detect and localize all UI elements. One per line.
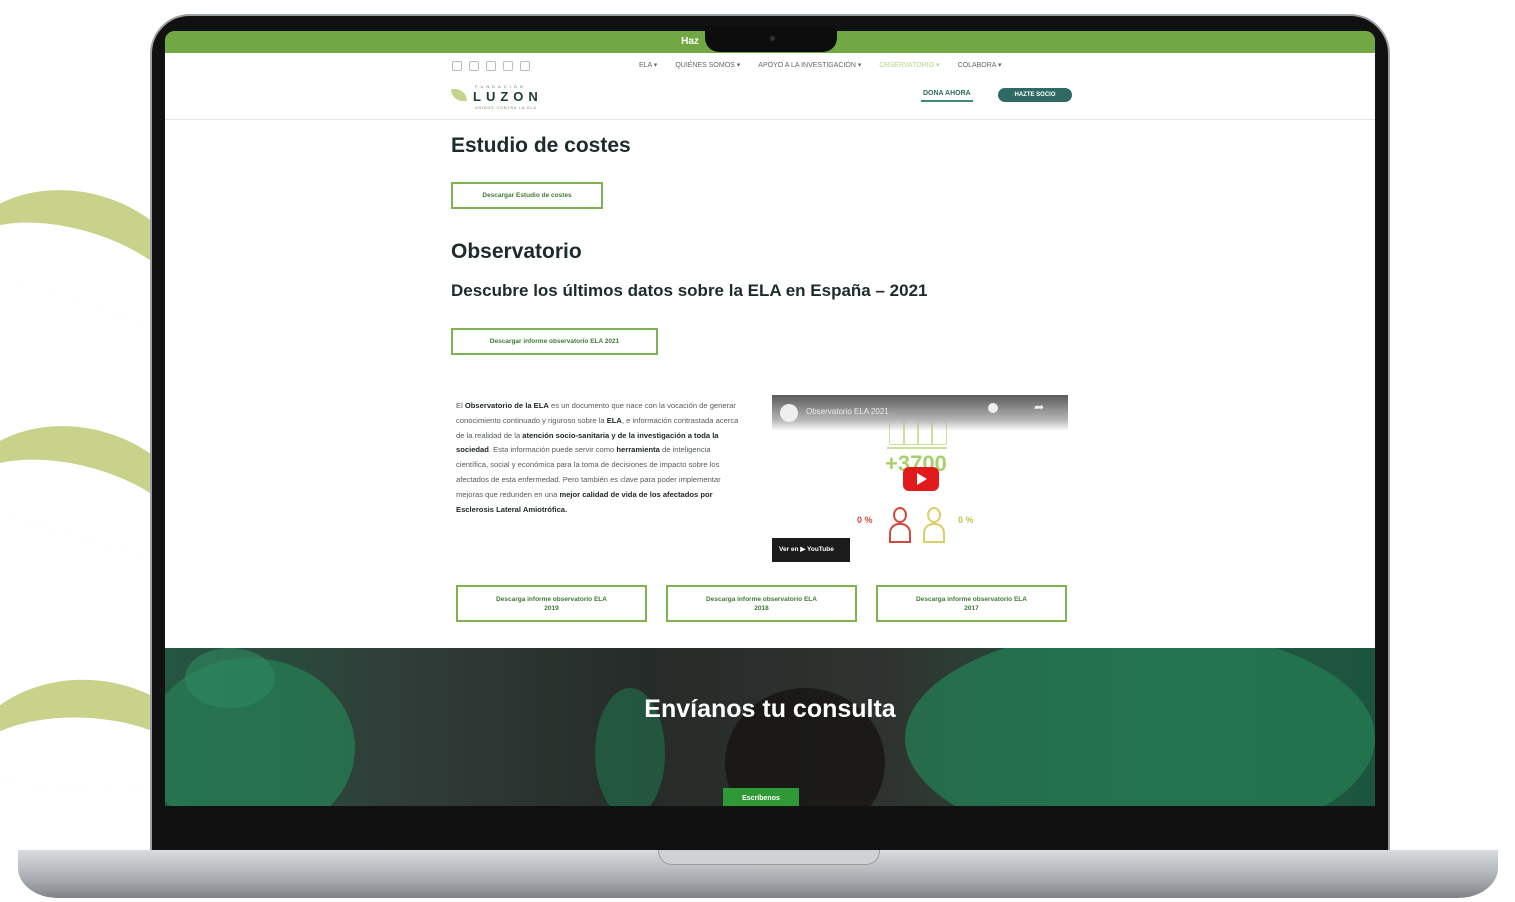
bold-run: Observatorio de la ELA	[464, 401, 549, 410]
download-observatorio-2019-button[interactable]: Descarga informe observatorio ELA 2019	[456, 585, 647, 622]
youtube-video-embed[interactable]: +3700 Observatorio ELA 2021 ➦ 0 % 0 % Ve…	[772, 395, 1068, 564]
browser-viewport: Haz ELA ▾ QUIÉNES SOMOS ▾ APOYO A LA INV…	[165, 31, 1375, 806]
laptop-base-notch	[658, 850, 880, 865]
bold-run: ELA	[606, 415, 622, 425]
menu-item-colabora[interactable]: COLABORA ▾	[958, 61, 1002, 69]
laptop-notch	[705, 26, 837, 52]
observatorio-heading: Observatorio	[451, 240, 590, 264]
video-title[interactable]: Observatorio ELA 2021	[806, 407, 889, 416]
watch-on-youtube-button[interactable]: Ver en ▶ YouTube	[772, 538, 850, 562]
menu-item-ela[interactable]: ELA ▾	[639, 61, 657, 69]
facebook-icon[interactable]	[452, 61, 462, 71]
download-observatorio-2021-button[interactable]: Descargar informe observatorio ELA 2021	[451, 328, 658, 355]
button-label: Descarga informe observatorio ELA	[916, 596, 1027, 603]
logo-tagline: UNIDOS CONTRA LA ELA	[475, 106, 537, 110]
site-logo[interactable]: FUNDACIÓN LUZON UNIDOS CONTRA LA ELA	[451, 83, 551, 111]
bold-run: herramienta	[616, 445, 660, 455]
photo-overlay	[165, 648, 1375, 806]
twitter-icon[interactable]	[503, 61, 513, 71]
logo-name: LUZON	[473, 89, 543, 104]
site-header: ELA ▾ QUIÉNES SOMOS ▾ APOYO A LA INVESTI…	[165, 53, 1375, 120]
video-percent-left: 0 %	[857, 515, 873, 525]
download-costes-button[interactable]: Descargar Estudio de costes	[451, 182, 603, 209]
button-label: Descarga informe observatorio ELA	[496, 596, 607, 603]
costes-heading: Estudio de costes	[451, 134, 640, 158]
text-run: . Esta información puede servir como	[488, 445, 617, 455]
button-label-year: 2017	[964, 605, 979, 612]
logo-leaf-icon	[451, 89, 467, 101]
contact-heading: Envíanos tu consulta	[644, 695, 896, 723]
main-menu: ELA ▾ QUIÉNES SOMOS ▾ APOYO A LA INVESTI…	[639, 61, 1002, 69]
social-links	[452, 61, 530, 71]
write-us-button[interactable]: Escríbenos	[723, 788, 799, 806]
costes-heading-text: Estudio de costes	[451, 134, 631, 157]
button-label: Descarga informe observatorio ELA	[706, 596, 817, 603]
download-observatorio-2017-button[interactable]: Descarga informe observatorio ELA 2017	[876, 585, 1067, 622]
play-icon[interactable]	[903, 467, 939, 491]
observatorio-description: El Observatorio de la ELA es un document…	[456, 399, 744, 517]
contact-section: Envíanos tu consulta Escríbenos	[165, 648, 1375, 806]
button-label-year: 2018	[754, 605, 769, 612]
linkedin-icon[interactable]	[486, 61, 496, 71]
text-run: El	[456, 401, 465, 410]
menu-item-observatorio[interactable]: OBSERVATORIO ▾	[879, 61, 939, 69]
observatorio-subheading: Descubre los últimos datos sobre la ELA …	[451, 281, 928, 300]
button-label-year: 2019	[544, 605, 559, 612]
instagram-icon[interactable]	[469, 61, 479, 71]
become-member-button[interactable]: HAZTE SOCIO	[998, 88, 1072, 102]
donate-link[interactable]: DONA AHORA	[921, 87, 973, 102]
download-observatorio-2018-button[interactable]: Descarga informe observatorio ELA 2018	[666, 585, 857, 622]
youtube-icon[interactable]	[520, 61, 530, 71]
laptop-base	[18, 850, 1498, 898]
video-percent-right: 0 %	[958, 515, 974, 525]
channel-avatar-icon[interactable]	[780, 404, 798, 422]
male-figure-icon	[888, 507, 912, 545]
observatorio-heading-text: Observatorio	[451, 240, 582, 263]
video-title-bar: Observatorio ELA 2021 ➦	[772, 395, 1068, 431]
announcement-text: Haz	[681, 36, 699, 47]
menu-item-apoyo-investigacion[interactable]: APOYO A LA INVESTIGACIÓN ▾	[758, 61, 861, 69]
camera-icon	[770, 36, 775, 41]
menu-item-quienes-somos[interactable]: QUIÉNES SOMOS ▾	[675, 61, 740, 69]
watch-later-icon[interactable]	[988, 403, 998, 413]
share-icon[interactable]: ➦	[1034, 400, 1044, 414]
female-figure-icon	[922, 507, 946, 545]
